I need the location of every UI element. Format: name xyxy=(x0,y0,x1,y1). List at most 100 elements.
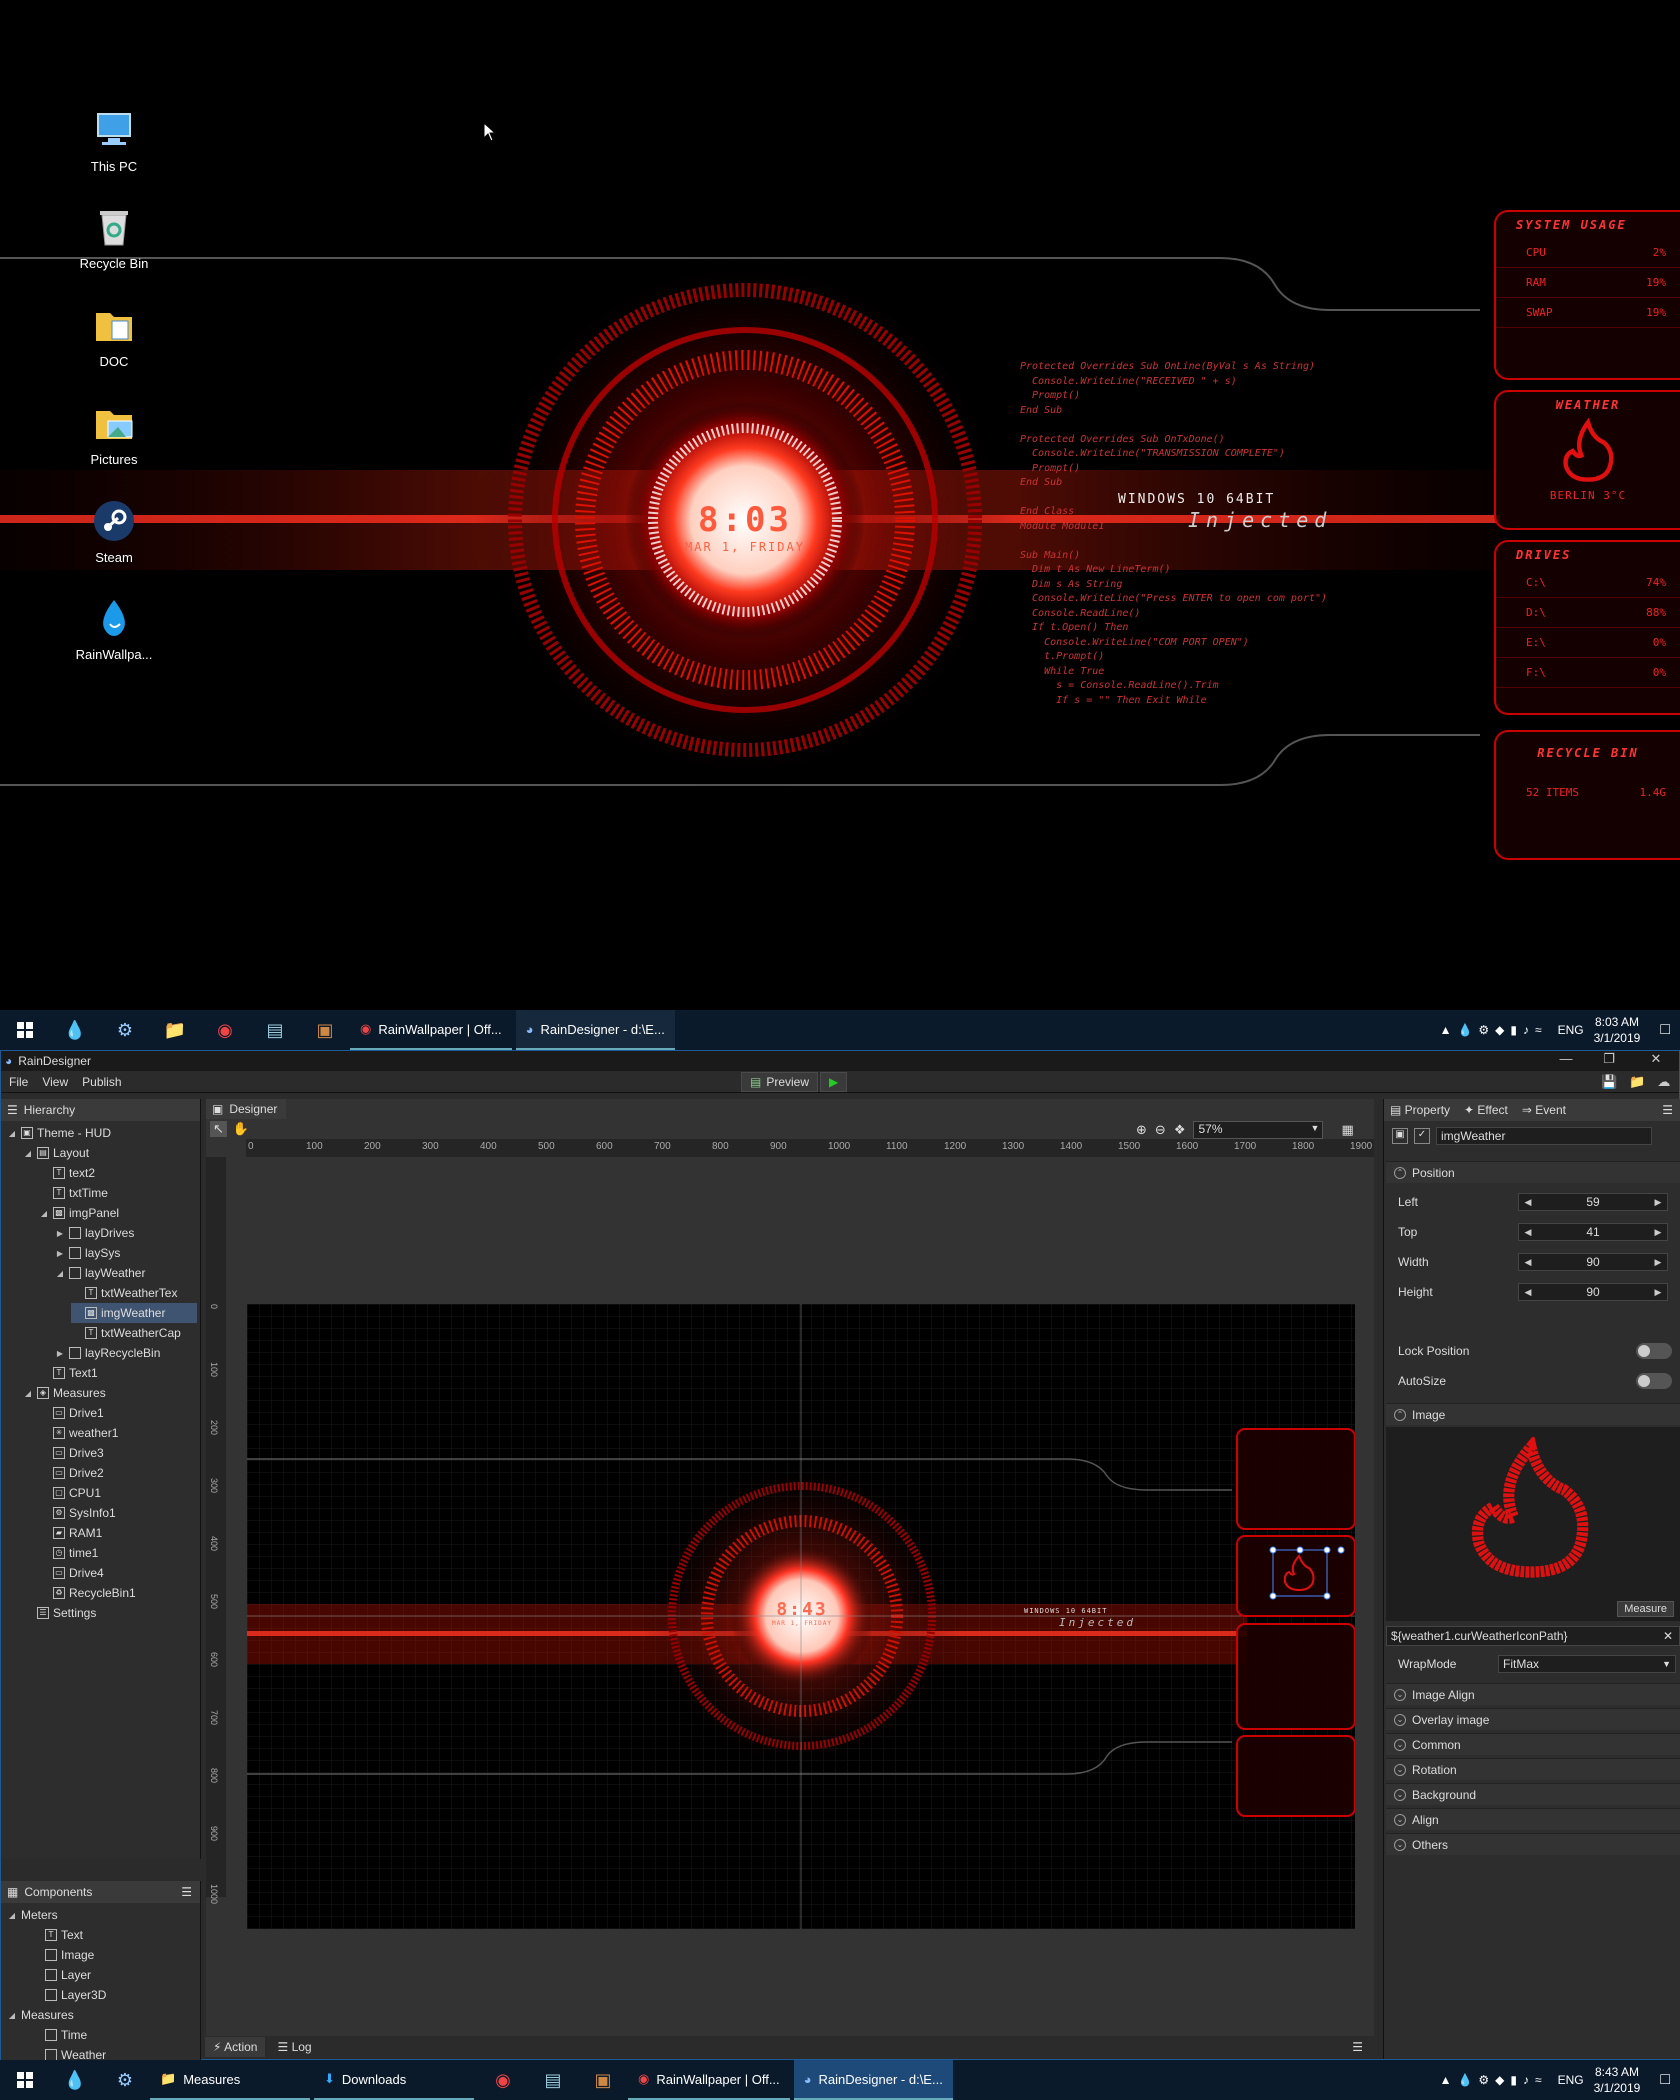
desktop-icon-rainwallpaper[interactable]: RainWallpa... xyxy=(70,596,158,662)
tree-item-txtweathercap[interactable]: TtxtWeatherCap xyxy=(71,1323,197,1343)
start-button[interactable] xyxy=(0,2060,50,2100)
expanded-arrow-icon[interactable]: ◢ xyxy=(23,1149,33,1158)
image-path-input[interactable]: ${weather1.curWeatherIconPath} ✕ xyxy=(1386,1626,1680,1646)
component-layer[interactable]: Layer xyxy=(45,1965,91,1985)
tab-effect[interactable]: ✦ Effect xyxy=(1464,1103,1508,1117)
wrapmode-select[interactable]: FitMax ▼ xyxy=(1498,1655,1676,1673)
tab-log[interactable]: ☰ Log xyxy=(269,2037,319,2057)
expanded-arrow-icon[interactable]: ◢ xyxy=(23,1389,33,1398)
lock-position-toggle[interactable] xyxy=(1636,1343,1672,1359)
open-folder-icon[interactable]: 📁 xyxy=(1629,1074,1645,1090)
expanded-arrow-icon[interactable]: ◢ xyxy=(7,1129,17,1138)
zoom-select[interactable]: 57% ▼ xyxy=(1193,1121,1324,1139)
tree-item-settings[interactable]: ☰ Settings xyxy=(23,1603,197,1623)
taskbar-app-rainwallpaper[interactable]: ◉ RainWallpaper | Off... xyxy=(350,1010,512,1050)
steam-icon[interactable]: ⚙ xyxy=(100,1010,150,1050)
collapsed-arrow-icon[interactable]: ▶ xyxy=(55,1249,65,1258)
component-time[interactable]: Time xyxy=(45,2025,87,2045)
expanded-arrow-icon[interactable]: ◢ xyxy=(39,1209,49,1218)
decrement-icon[interactable]: ◀ xyxy=(1521,1194,1535,1210)
save-icon[interactable]: 💾 xyxy=(1601,1074,1617,1090)
language-indicator[interactable]: ENG xyxy=(1558,2073,1584,2087)
design-canvas[interactable]: 8:43 MAR 1, FRIDAY WINDOWS 10 64BIT Inje… xyxy=(247,1304,1355,1929)
tree-item-laysys[interactable]: ▶ laySys xyxy=(55,1243,197,1263)
menu-icon[interactable]: ☰ xyxy=(181,1885,192,1899)
menu-icon[interactable]: ☰ xyxy=(1662,1103,1673,1117)
increment-icon[interactable]: ▶ xyxy=(1651,1284,1665,1300)
desktop-icon-recycle-bin[interactable]: Recycle Bin xyxy=(70,205,158,271)
fit-icon[interactable]: ❖ xyxy=(1174,1122,1186,1138)
taskbar-app-raindesigner[interactable]: ◕ RainDesigner - d:\E... xyxy=(515,1010,675,1050)
tree-item-theme - hud[interactable]: ◢ ▣ Theme - HUD xyxy=(7,1123,197,1143)
desktop-icon-steam[interactable]: Steam xyxy=(70,499,158,565)
app-icon[interactable]: ▣ xyxy=(578,2060,628,2100)
collapsed-arrow-icon[interactable]: ▶ xyxy=(55,1349,65,1358)
autosize-toggle[interactable] xyxy=(1636,1373,1672,1389)
component-group-measures[interactable]: ◢ Measures xyxy=(7,2005,74,2025)
tree-item-drive3[interactable]: ▭ Drive3 xyxy=(39,1443,197,1463)
decrement-icon[interactable]: ◀ xyxy=(1521,1224,1535,1240)
upload-icon[interactable]: ☁ xyxy=(1657,1074,1670,1090)
tree-item-measures[interactable]: ◢ ◈ Measures xyxy=(23,1383,197,1403)
play-button[interactable]: ▶ xyxy=(820,1072,848,1092)
tray-icons[interactable]: ▲💧⚙◆▮♪≈ xyxy=(1440,1023,1548,1037)
notification-icon[interactable]: □ xyxy=(1660,1021,1670,1039)
designer-tab[interactable]: ▣ Designer xyxy=(206,1099,286,1119)
tree-item-text1[interactable]: T Text1 xyxy=(39,1363,197,1383)
tree-item-drive2[interactable]: ▭ Drive2 xyxy=(39,1463,197,1483)
tray-clock[interactable]: 8:03 AM 3/1/2019 xyxy=(1594,1014,1641,1046)
taskbar-app-downloads[interactable]: ⬇ Downloads xyxy=(314,2060,474,2100)
select-tool-icon[interactable]: ↖ xyxy=(210,1121,227,1137)
hand-tool-icon[interactable]: ✋ xyxy=(233,1121,249,1137)
language-indicator[interactable]: ENG xyxy=(1558,1023,1584,1037)
desktop-icon-pictures[interactable]: Pictures xyxy=(70,401,158,467)
desktop-icon-this-pc[interactable]: This PC xyxy=(70,108,158,174)
component-text[interactable]: T Text xyxy=(45,1925,83,1945)
start-button[interactable] xyxy=(0,1010,50,1050)
tree-item-imgpanel[interactable]: ◢ ▩ imgPanel xyxy=(39,1203,197,1223)
raindrop-icon[interactable]: 💧 xyxy=(50,2060,100,2100)
chrome-icon[interactable]: ◉ xyxy=(478,2060,528,2100)
tree-item-ram1[interactable]: ▰ RAM1 xyxy=(39,1523,197,1543)
tab-property[interactable]: ▤ Property xyxy=(1390,1103,1450,1117)
decrement-icon[interactable]: ◀ xyxy=(1521,1254,1535,1270)
section-align[interactable]: ⌄ Align xyxy=(1386,1808,1680,1830)
collapsed-arrow-icon[interactable]: ▶ xyxy=(55,1229,65,1238)
tree-item-sysinfo1[interactable]: ⚙ SysInfo1 xyxy=(39,1503,197,1523)
steam-icon[interactable]: ⚙ xyxy=(100,2060,150,2100)
tree-item-drive4[interactable]: ▭ Drive4 xyxy=(39,1563,197,1583)
tree-item-cpu1[interactable]: ▢ CPU1 xyxy=(39,1483,197,1503)
chrome-icon[interactable]: ◉ xyxy=(200,1010,250,1050)
height-spinner[interactable]: ◀ 90 ▶ xyxy=(1518,1283,1668,1301)
file-explorer-icon[interactable]: 📁 xyxy=(150,1010,200,1050)
top-spinner[interactable]: ◀ 41 ▶ xyxy=(1518,1223,1668,1241)
components-tab[interactable]: ▦ Components ☰ xyxy=(1,1881,200,1903)
measure-button[interactable]: Measure xyxy=(1617,1601,1674,1617)
tree-item-layout[interactable]: ◢ ▤ Layout xyxy=(23,1143,197,1163)
component-group-meters[interactable]: ◢ Meters xyxy=(7,1905,58,1925)
restore-button[interactable]: ❐ xyxy=(1594,1051,1624,1071)
increment-icon[interactable]: ▶ xyxy=(1651,1254,1665,1270)
section-position[interactable]: ⌃ Position xyxy=(1386,1161,1680,1183)
tree-item-laydrives[interactable]: ▶ layDrives xyxy=(55,1223,197,1243)
component-layer3d[interactable]: Layer3D xyxy=(45,1985,106,2005)
menu-view[interactable]: View xyxy=(42,1075,68,1089)
taskbar-app-measures[interactable]: 📁 Measures xyxy=(150,2060,310,2100)
section-common[interactable]: ⌄ Common xyxy=(1386,1733,1680,1755)
decrement-icon[interactable]: ◀ xyxy=(1521,1284,1535,1300)
section-rotation[interactable]: ⌄ Rotation xyxy=(1386,1758,1680,1780)
element-name-input[interactable]: imgWeather xyxy=(1436,1127,1652,1145)
expanded-arrow-icon[interactable]: ◢ xyxy=(7,2011,17,2020)
grid-toggle-icon[interactable]: ▦ xyxy=(1341,1122,1353,1138)
tree-item-weather1[interactable]: ✳ weather1 xyxy=(39,1423,197,1443)
taskbar-app-rainwallpaper[interactable]: ◉ RainWallpaper | Off... xyxy=(628,2060,790,2100)
taskbar-app-raindesigner[interactable]: ◕ RainDesigner - d:\E... xyxy=(793,2060,953,2100)
tree-item-txttime[interactable]: TtxtTime xyxy=(39,1183,197,1203)
tree-item-layrecyclebin[interactable]: ▶ layRecycleBin xyxy=(55,1343,197,1363)
notification-icon[interactable]: □ xyxy=(1660,2071,1670,2089)
app-icon[interactable]: ▣ xyxy=(300,1010,350,1050)
section-overlay-image[interactable]: ⌄ Overlay image xyxy=(1386,1708,1680,1730)
increment-icon[interactable]: ▶ xyxy=(1651,1194,1665,1210)
tree-item-drive1[interactable]: ▭ Drive1 xyxy=(39,1403,197,1423)
notepad-icon[interactable]: ▤ xyxy=(250,1010,300,1050)
